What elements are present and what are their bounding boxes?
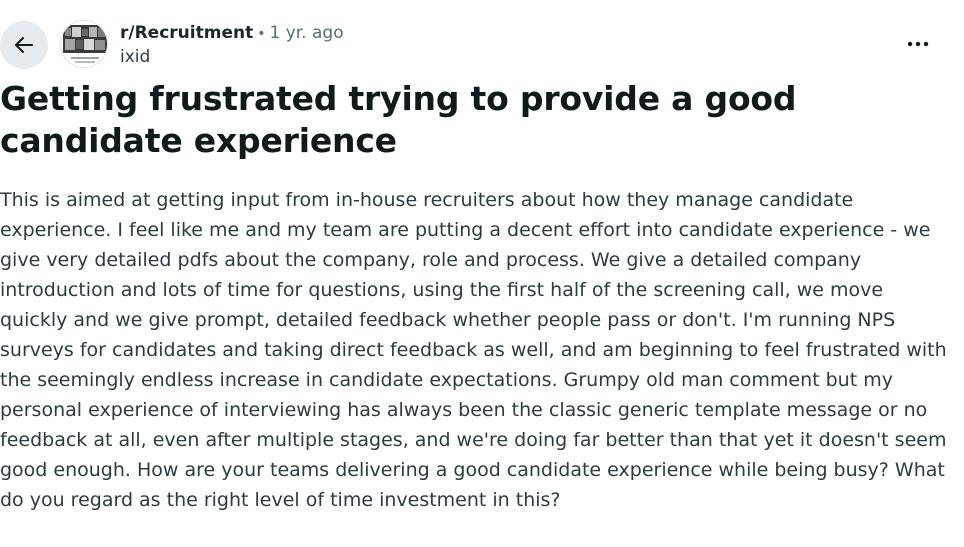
post-meta-line: r/Recruitment • 1 yr. ago [120,22,344,45]
more-horizontal-icon [907,41,929,47]
post-body: This is aimed at getting input from in-h… [0,189,947,511]
subreddit-link[interactable]: r/Recruitment [120,23,253,43]
subreddit-avatar[interactable] [60,20,108,68]
post-age: 1 yr. ago [269,23,344,43]
author-link[interactable]: ixid [120,46,344,68]
more-options-button[interactable] [906,34,930,54]
post-page: r/Recruitment • 1 yr. ago ixid Getting fru… [0,0,964,547]
post-meta: r/Recruitment • 1 yr. ago ixid [120,22,344,68]
arrow-left-icon [12,33,36,57]
post-header: r/Recruitment • 1 yr. ago ixid [0,20,964,70]
post-title[interactable]: Getting frustrated trying to provide a g… [0,78,940,162]
meta-separator: • [257,26,266,42]
back-button[interactable] [0,21,48,69]
